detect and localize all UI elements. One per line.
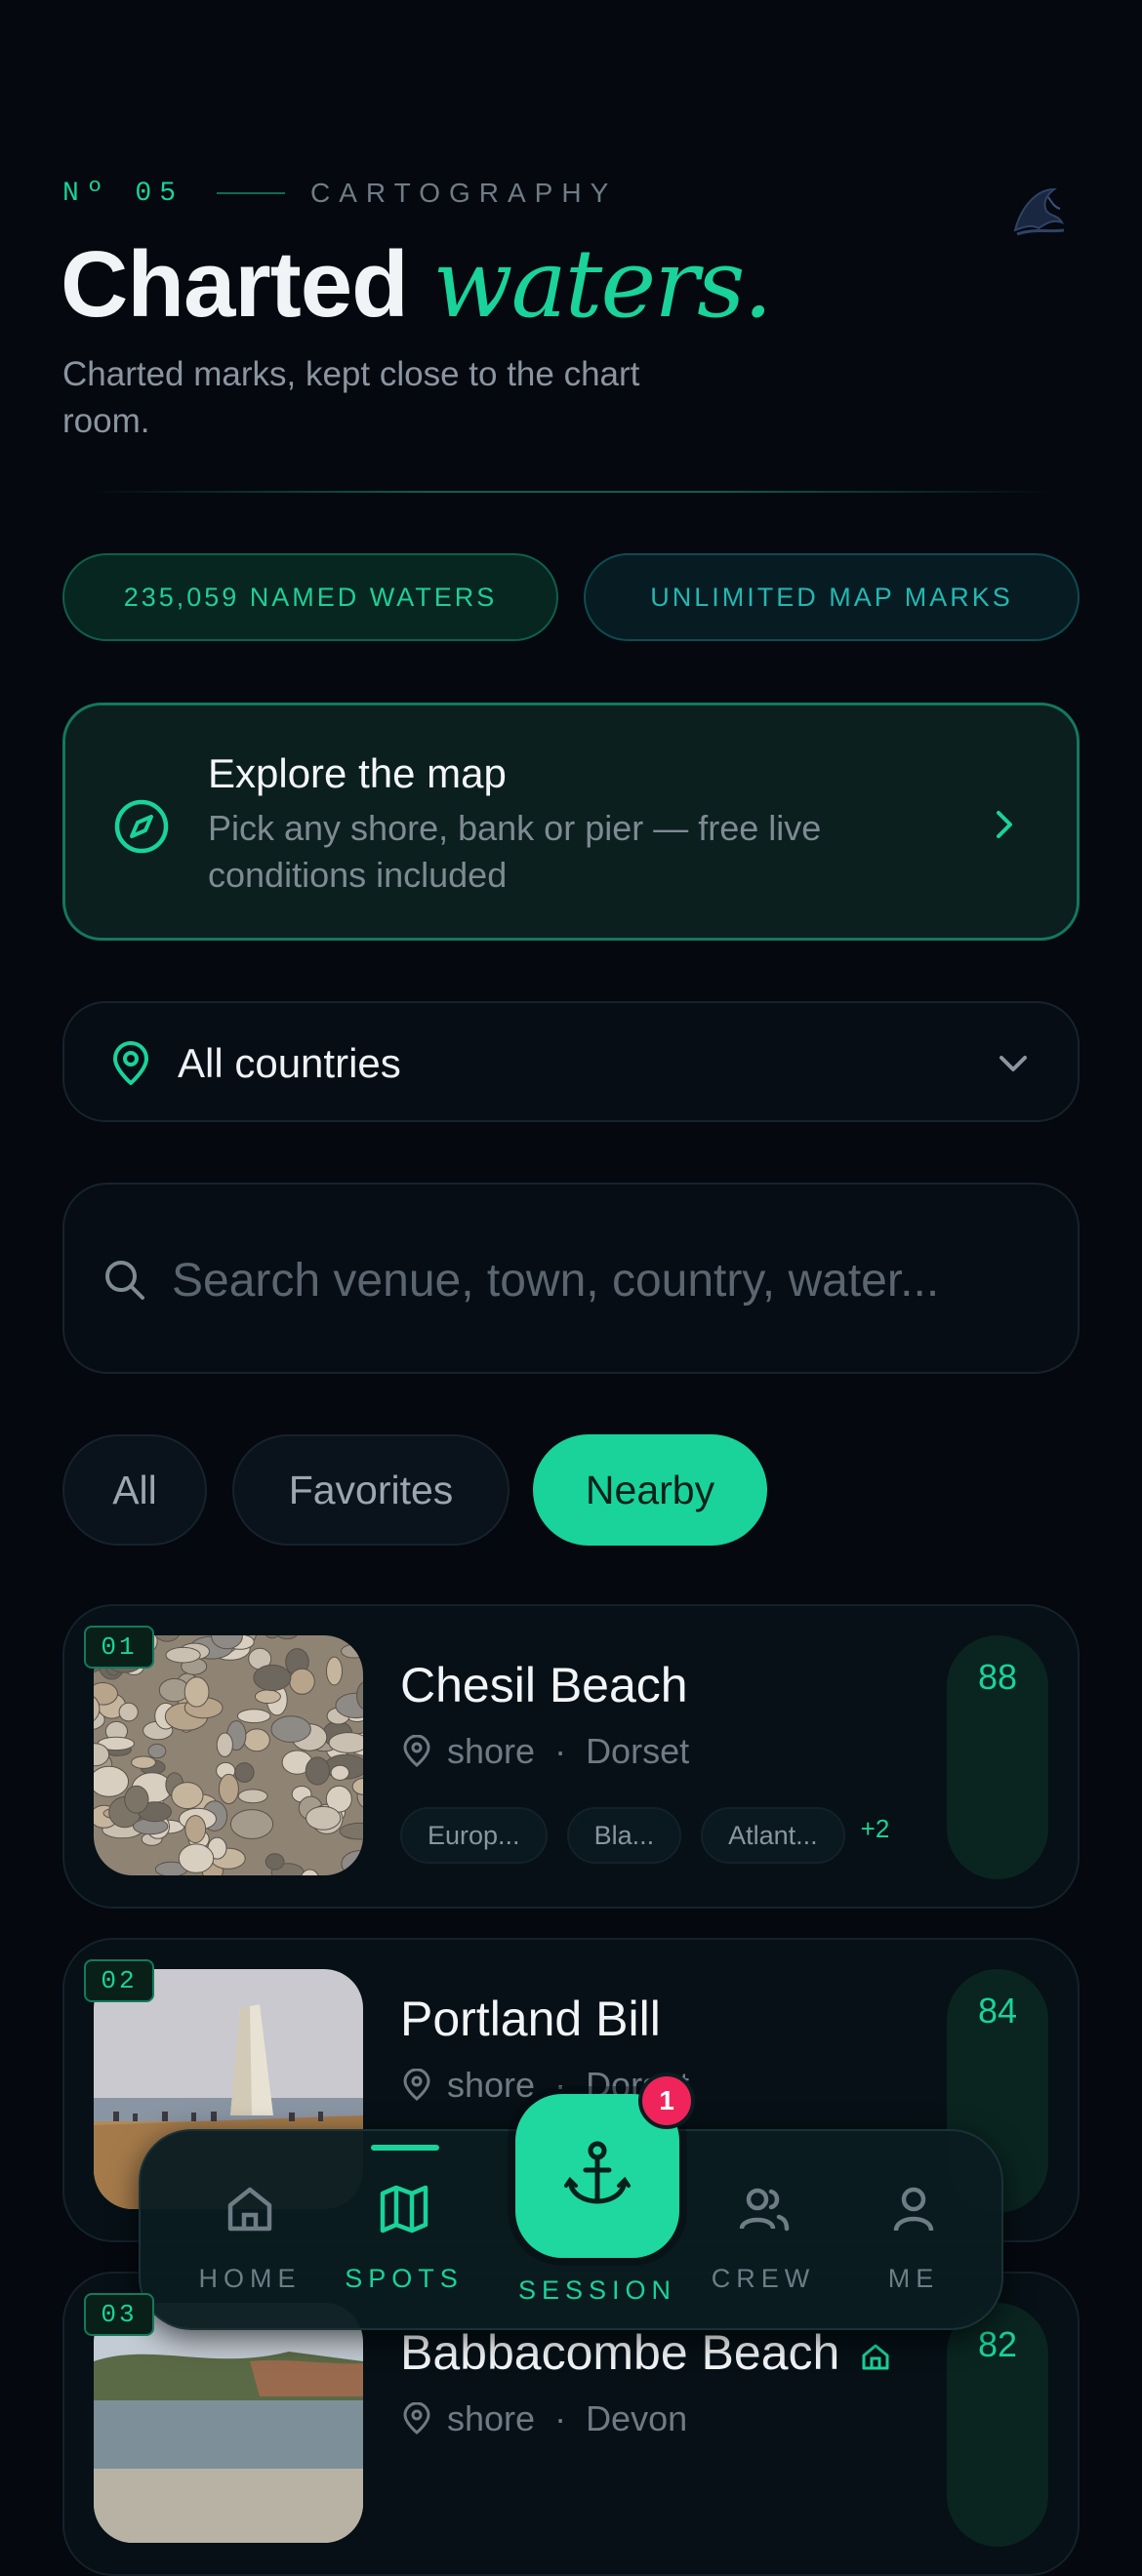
spot-tags: Europ... Bla... Atlant... +2 — [400, 1807, 889, 1864]
spot-name: Portland Bill — [400, 1991, 661, 2047]
title-main: Charted — [61, 232, 408, 337]
spot-card[interactable]: 01 Chesil Beach shore · Dorset Europ... … — [62, 1604, 1080, 1909]
spot-photo-pebbles — [94, 1635, 363, 1875]
spot-score-value: 88 — [947, 1657, 1048, 1698]
named-waters-stat[interactable]: 235,059 NAMED WATERS — [62, 553, 558, 641]
nav-me-label: ME — [836, 2264, 992, 2294]
location-pin-icon — [400, 2069, 433, 2102]
country-select[interactable]: All countries — [62, 1001, 1080, 1122]
nav-home[interactable]: HOME — [172, 2180, 328, 2294]
home-icon — [221, 2180, 279, 2238]
issue-number: Nº 05 — [62, 179, 184, 209]
spot-score: 82 — [947, 2303, 1048, 2547]
spot-rank: 03 — [84, 2293, 154, 2336]
spot-type: shore — [447, 2398, 535, 2439]
spot-name: Chesil Beach — [400, 1657, 688, 1713]
spot-rank: 02 — [84, 1959, 154, 2002]
location-pin-icon — [107, 1040, 154, 1087]
compass-icon — [112, 797, 171, 856]
search-icon — [102, 1257, 148, 1304]
search-input[interactable] — [170, 1247, 1033, 1313]
nav-session-label: SESSION — [500, 2275, 695, 2306]
spot-photo-bay — [94, 2303, 363, 2543]
spot-score-value: 84 — [947, 1991, 1048, 2032]
filter-nearby[interactable]: Nearby — [533, 1434, 767, 1546]
nav-spots-label: SPOTS — [326, 2264, 482, 2294]
meta-separator: · — [554, 1731, 566, 1772]
spot-rank: 01 — [84, 1626, 154, 1669]
page-subtitle: Charted marks, kept close to the chart r… — [62, 351, 668, 445]
chevron-right-icon — [985, 805, 1024, 844]
nav-home-label: HOME — [172, 2264, 328, 2294]
title-accent: waters. — [432, 229, 770, 339]
wave-logo-icon[interactable] — [1003, 174, 1074, 244]
spot-region: Devon — [586, 2398, 687, 2439]
page-title: Charted waters. — [61, 230, 771, 339]
spot-type: shore — [447, 2065, 535, 2106]
spot-score-value: 82 — [947, 2324, 1048, 2365]
spot-score: 88 — [947, 1635, 1048, 1879]
active-indicator — [371, 2145, 439, 2151]
kicker-rule — [217, 192, 285, 194]
search-box[interactable] — [62, 1183, 1080, 1374]
filter-favorites[interactable]: Favorites — [232, 1434, 510, 1546]
spot-tag[interactable]: Atlant... — [701, 1807, 845, 1864]
crew-icon — [734, 2180, 793, 2238]
explore-title: Explore the map — [208, 750, 507, 797]
spot-region: Dorset — [586, 1731, 689, 1772]
chevron-down-icon — [994, 1044, 1033, 1083]
filter-all[interactable]: All — [62, 1434, 207, 1546]
nav-me[interactable]: ME — [836, 2180, 992, 2294]
explore-map-card[interactable]: Explore the map Pick any shore, bank or … — [62, 703, 1080, 941]
nav-crew[interactable]: CREW — [685, 2180, 841, 2294]
spot-tag[interactable]: Bla... — [567, 1807, 682, 1864]
section-label: CARTOGRAPHY — [310, 178, 617, 209]
nav-crew-label: CREW — [685, 2264, 841, 2294]
spot-type: shore — [447, 1731, 535, 1772]
home-icon — [859, 2340, 892, 2373]
location-pin-icon — [400, 2402, 433, 2435]
location-pin-icon — [400, 1735, 433, 1768]
spot-name-text: Babbacombe Beach — [400, 2325, 839, 2380]
spot-meta: shore · Devon — [400, 2398, 687, 2439]
spot-name: Babbacombe Beach — [400, 2324, 892, 2381]
nav-spots[interactable]: SPOTS — [326, 2180, 482, 2294]
section-kicker: Nº 05 CARTOGRAPHY — [62, 178, 617, 209]
explore-description: Pick any shore, bank or pier — free live… — [208, 805, 911, 899]
profile-icon — [884, 2180, 943, 2238]
map-marks-stat[interactable]: UNLIMITED MAP MARKS — [584, 553, 1080, 641]
more-tags-count[interactable]: +2 — [861, 1814, 890, 1844]
session-notification-badge: 1 — [638, 2073, 695, 2129]
spot-meta: shore · Dorset — [400, 1731, 689, 1772]
meta-separator: · — [554, 2398, 566, 2439]
spot-tag[interactable]: Europ... — [400, 1807, 548, 1864]
country-select-value: All countries — [178, 1040, 401, 1087]
anchor-icon — [558, 2137, 636, 2215]
header-divider — [88, 491, 1054, 493]
map-icon — [375, 2180, 433, 2238]
